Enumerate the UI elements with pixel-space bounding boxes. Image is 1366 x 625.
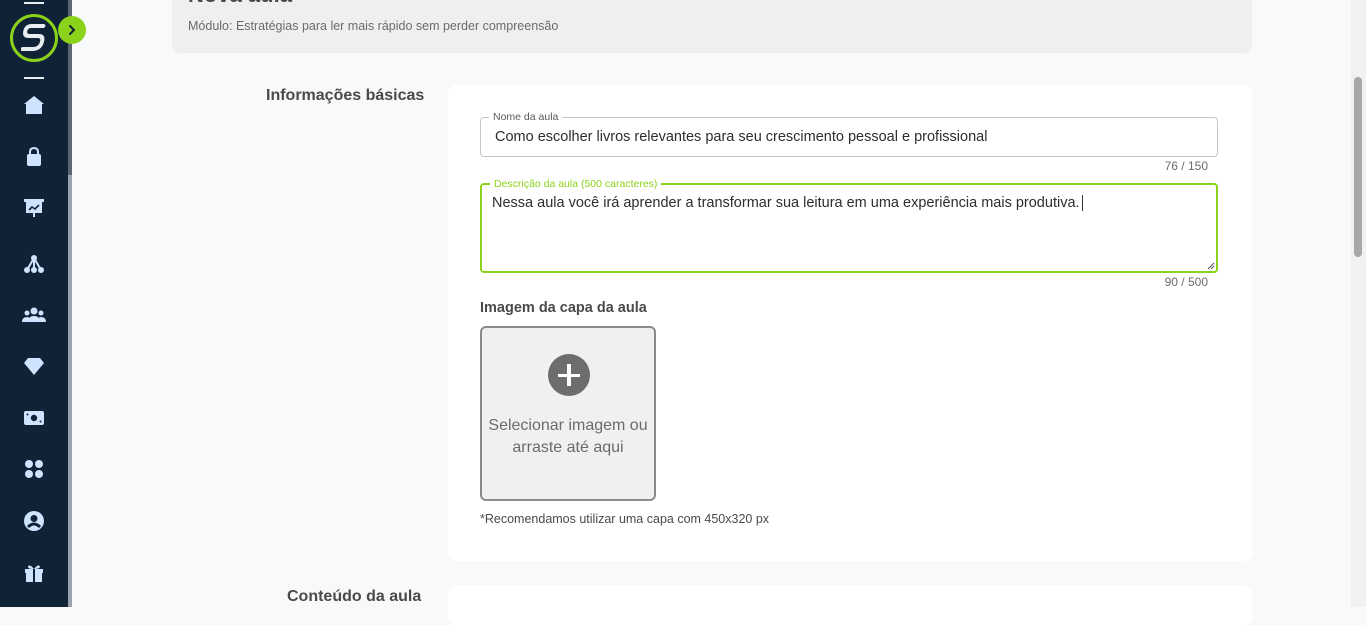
chevron-right-icon (69, 25, 76, 35)
gift-icon[interactable] (22, 561, 46, 585)
upload-instructions: Selecionar imagem ou arraste até aqui (488, 417, 648, 456)
lesson-name-field[interactable]: Nome da aula Como escolher livros releva… (480, 111, 1218, 157)
text-caret (1081, 195, 1083, 212)
lesson-description-text: Nessa aula você irá aprender a transform… (492, 195, 1080, 211)
expand-sidebar-button[interactable] (58, 16, 86, 44)
lesson-name-counter: 76 / 150 (1164, 159, 1208, 173)
section-title-content: Conteúdo da aula (287, 588, 422, 605)
users-icon[interactable] (22, 303, 46, 327)
presentation-chart-icon[interactable] (22, 196, 46, 220)
lesson-description-textarea[interactable]: Descrição da aula (500 caracteres) Nessa… (480, 178, 1218, 273)
lesson-description-value[interactable]: Nessa aula você irá aprender a transform… (492, 195, 1083, 212)
network-icon[interactable] (22, 252, 46, 276)
lesson-name-value[interactable]: Como escolher livros relevantes para seu… (495, 129, 987, 145)
lesson-name-label: Nome da aula (489, 111, 563, 123)
content-card (448, 585, 1252, 625)
page-scrollbar[interactable] (1351, 0, 1366, 607)
sidebar (0, 0, 68, 607)
basic-info-card: Nome da aula Como escolher livros releva… (448, 85, 1252, 561)
lesson-description-counter: 90 / 500 (1164, 275, 1208, 289)
shopping-bag-icon[interactable] (22, 145, 46, 169)
cover-image-upload-button[interactable]: Selecionar imagem ou arraste até aqui (480, 326, 656, 501)
module-subtitle: Módulo: Estratégias para ler mais rápido… (188, 19, 559, 33)
page-title: Nova aula (188, 0, 292, 8)
plus-circle-icon (548, 354, 590, 396)
resize-handle-icon[interactable] (1207, 262, 1215, 270)
sidebar-scrollbar[interactable] (68, 0, 72, 607)
home-icon[interactable] (22, 93, 46, 117)
user-circle-icon[interactable] (22, 509, 46, 533)
section-title-basic-info: Informações básicas (266, 87, 425, 104)
cover-image-hint: *Recomendamos utilizar uma capa com 450x… (480, 512, 770, 526)
cover-image-title: Imagem da capa da aula (480, 300, 647, 316)
page-header: Nova aula Módulo: Estratégias para ler m… (172, 0, 1252, 53)
divider (24, 2, 44, 4)
divider (24, 77, 44, 79)
apps-grid-icon[interactable] (22, 457, 46, 481)
diamond-icon[interactable] (22, 354, 46, 378)
money-icon[interactable] (22, 406, 46, 430)
lesson-description-label: Descrição da aula (500 caracteres) (490, 178, 662, 190)
s-logo-icon[interactable] (10, 14, 58, 62)
scrollbar-thumb[interactable] (1354, 77, 1362, 257)
